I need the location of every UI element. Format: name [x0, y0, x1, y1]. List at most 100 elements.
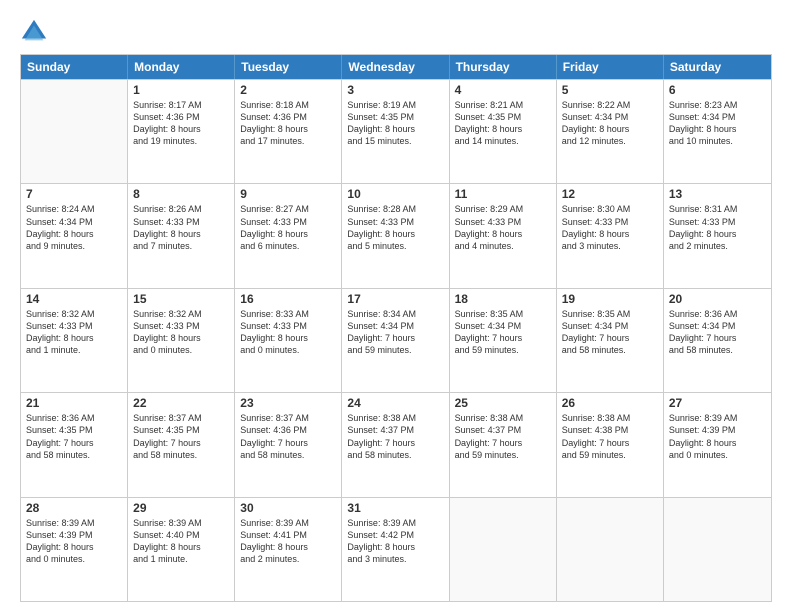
cell-line: and 2 minutes.: [240, 553, 336, 565]
cell-line: Sunset: 4:33 PM: [562, 216, 658, 228]
cell-line: Sunrise: 8:39 AM: [240, 517, 336, 529]
cell-line: Sunset: 4:35 PM: [455, 111, 551, 123]
cell-line: Sunset: 4:40 PM: [133, 529, 229, 541]
day-number: 19: [562, 292, 658, 306]
day-number: 21: [26, 396, 122, 410]
day-number: 1: [133, 83, 229, 97]
cell-line: and 0 minutes.: [133, 344, 229, 356]
cell-line: and 7 minutes.: [133, 240, 229, 252]
cal-cell: [21, 80, 128, 183]
cal-cell: 24Sunrise: 8:38 AMSunset: 4:37 PMDayligh…: [342, 393, 449, 496]
cell-line: Sunrise: 8:36 AM: [669, 308, 766, 320]
cal-cell: 19 Sunrise: 8:35 AMSunset: 4:34 PMDayligh…: [557, 289, 664, 392]
cal-header-monday: Monday: [128, 55, 235, 79]
cal-header-tuesday: Tuesday: [235, 55, 342, 79]
cell-line: Sunrise: 8:30 AM: [562, 203, 658, 215]
day-number: 27: [669, 396, 766, 410]
cell-line: Sunrise: 8:32 AM: [26, 308, 122, 320]
day-number: 18: [455, 292, 551, 306]
cell-line: Sunset: 4:38 PM: [562, 424, 658, 436]
cal-header-sunday: Sunday: [21, 55, 128, 79]
cal-week-4: 28 Sunrise: 8:39 AM Sunset: 4:39 PM Dayligh…: [21, 497, 771, 601]
cell-line: Sunrise: 8:24 AM: [26, 203, 122, 215]
cell-line: and 0 minutes.: [669, 449, 766, 461]
cell-line: Sunrise: 8:17 AM: [133, 99, 229, 111]
cell-line: Sunset: 4:37 PM: [455, 424, 551, 436]
cal-cell: 31Sunrise: 8:39 AMSunset: 4:42 PMDayligh…: [342, 498, 449, 601]
day-number: 26: [562, 396, 658, 410]
cell-line: Sunset: 4:39 PM: [26, 529, 122, 541]
cell-line: and 58 minutes.: [669, 344, 766, 356]
cell-line: and 9 minutes.: [26, 240, 122, 252]
cell-line: and 6 minutes.: [240, 240, 336, 252]
cell-line: Sunset: 4:42 PM: [347, 529, 443, 541]
cell-line: Daylight: 8 hours: [133, 541, 229, 553]
cal-cell: 17Sunrise: 8:34 AMSunset: 4:34 PMDayligh…: [342, 289, 449, 392]
cell-line: Sunset: 4:36 PM: [240, 424, 336, 436]
cell-line: and 17 minutes.: [240, 135, 336, 147]
day-number: 24: [347, 396, 443, 410]
calendar-body: 1Sunrise: 8:17 AMSunset: 4:36 PMDaylight…: [21, 79, 771, 601]
calendar-header: SundayMondayTuesdayWednesdayThursdayFrid…: [21, 55, 771, 79]
cal-cell: 18Sunrise: 8:35 AMSunset: 4:34 PMDayligh…: [450, 289, 557, 392]
cell-line: Daylight: 7 hours: [240, 437, 336, 449]
day-number: 28: [26, 501, 122, 515]
day-number: 11: [455, 187, 551, 201]
cell-line: Daylight: 8 hours: [562, 228, 658, 240]
cell-line: Sunset: 4:34 PM: [347, 320, 443, 332]
cell-line: and 1 minute.: [133, 553, 229, 565]
page: SundayMondayTuesdayWednesdayThursdayFrid…: [0, 0, 792, 612]
day-number: 23: [240, 396, 336, 410]
day-number: 29: [133, 501, 229, 515]
cell-line: Daylight: 8 hours: [669, 228, 766, 240]
cell-line: Sunset: 4:33 PM: [133, 320, 229, 332]
cal-cell: 4Sunrise: 8:21 AMSunset: 4:35 PMDaylight…: [450, 80, 557, 183]
cell-line: Sunrise: 8:33 AM: [240, 308, 336, 320]
cell-line: Sunset: 4:34 PM: [562, 111, 658, 123]
cell-line: and 3 minutes.: [347, 553, 443, 565]
day-number: 4: [455, 83, 551, 97]
cal-cell: 13Sunrise: 8:31 AMSunset: 4:33 PMDayligh…: [664, 184, 771, 287]
cell-line: Daylight: 7 hours: [133, 437, 229, 449]
cell-line: Daylight: 7 hours: [669, 332, 766, 344]
cell-line: Sunset: 4:35 PM: [347, 111, 443, 123]
cell-line: Daylight: 7 hours: [562, 332, 658, 344]
cell-line: Sunset: 4:34 PM: [669, 111, 766, 123]
cell-line: Daylight: 8 hours: [669, 437, 766, 449]
cal-cell: 30Sunrise: 8:39 AMSunset: 4:41 PMDayligh…: [235, 498, 342, 601]
cell-line: Sunrise: 8:22 AM: [562, 99, 658, 111]
cell-line: and 58 minutes.: [347, 449, 443, 461]
cal-cell: 14Sunrise: 8:32 AMSunset: 4:33 PMDayligh…: [21, 289, 128, 392]
cell-line: Sunrise: 8:19 AM: [347, 99, 443, 111]
day-number: 2: [240, 83, 336, 97]
cell-line: and 58 minutes.: [240, 449, 336, 461]
cal-cell: 10Sunrise: 8:28 AMSunset: 4:33 PMDayligh…: [342, 184, 449, 287]
cal-header-thursday: Thursday: [450, 55, 557, 79]
logo: [20, 18, 52, 46]
cell-line: Sunrise: 8:29 AM: [455, 203, 551, 215]
cal-cell: [557, 498, 664, 601]
cell-line: Sunset: 4:39 PM: [669, 424, 766, 436]
cell-line: Sunrise: 8:28 AM: [347, 203, 443, 215]
cell-line: Sunrise: 8:26 AM: [133, 203, 229, 215]
cal-cell: 25Sunrise: 8:38 AMSunset: 4:37 PMDayligh…: [450, 393, 557, 496]
day-number: 10: [347, 187, 443, 201]
cal-cell: 2Sunrise: 8:18 AMSunset: 4:36 PMDaylight…: [235, 80, 342, 183]
day-number: 15: [133, 292, 229, 306]
cell-line: Sunset: 4:33 PM: [347, 216, 443, 228]
cal-cell: 29Sunrise: 8:39 AMSunset: 4:40 PMDayligh…: [128, 498, 235, 601]
cal-cell: 8Sunrise: 8:26 AMSunset: 4:33 PMDaylight…: [128, 184, 235, 287]
cal-cell: 22Sunrise: 8:37 AMSunset: 4:35 PMDayligh…: [128, 393, 235, 496]
cell-line: Sunrise: 8:38 AM: [455, 412, 551, 424]
cell-line: Sunset: 4:34 PM: [455, 320, 551, 332]
cell-line: and 0 minutes.: [26, 553, 122, 565]
cell-line: Sunrise: 8:39 AM: [669, 412, 766, 424]
cell-line: and 59 minutes.: [347, 344, 443, 356]
cell-line: Sunrise: 8:35 AM: [562, 308, 658, 320]
day-number: 13: [669, 187, 766, 201]
cell-line: and 1 minute.: [26, 344, 122, 356]
cell-line: and 3 minutes.: [562, 240, 658, 252]
cell-line: and 15 minutes.: [347, 135, 443, 147]
cell-line: Sunrise: 8:37 AM: [240, 412, 336, 424]
cell-line: Sunset: 4:34 PM: [562, 320, 658, 332]
